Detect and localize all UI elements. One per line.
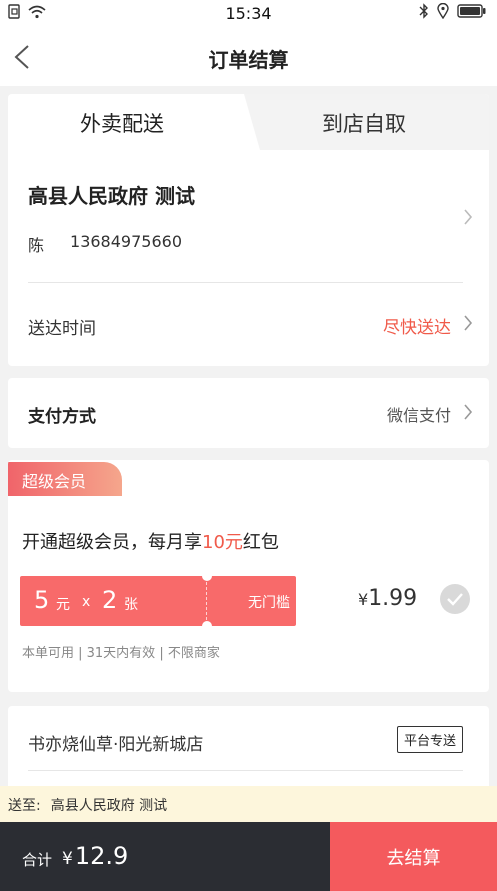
checkout-bar: 合计 ¥12.9 去结算 (0, 822, 497, 891)
payment-value: 微信支付 (386, 406, 451, 425)
coupon-count-unit: 张 (124, 597, 138, 613)
send-to-bar: 送至: 高县人民政府 测试 (0, 786, 497, 822)
status-bar: 15:34 (0, 0, 497, 28)
delivery-time-label: 送达时间 (28, 319, 96, 339)
vip-headline-prefix: 开通超级会员，每月享 (22, 532, 202, 553)
super-vip-card: 超级会员 开通超级会员，每月享10元红包 5 元 x 2 张 无门槛 ¥1.99… (8, 460, 489, 692)
vip-badge: 超级会员 (8, 462, 122, 496)
delivery-type-tag: 平台专送 (396, 726, 463, 753)
vip-note: 本单可用 | 31天内有效 | 不限商家 (22, 646, 220, 661)
total-section: 合计 ¥12.9 (0, 822, 330, 891)
vip-coupon: 5 元 x 2 张 无门槛 (20, 571, 296, 631)
chevron-right-icon (464, 315, 473, 331)
contact-name: 陈 (28, 236, 45, 255)
check-icon (447, 593, 463, 606)
coupon-notch (202, 621, 212, 631)
coupon-multiplier: x (82, 594, 91, 610)
status-right-icons (419, 3, 487, 19)
coupon-divider (206, 582, 207, 620)
send-to-label: 送至: (8, 798, 41, 814)
send-to-value: 高县人民政府 测试 (50, 798, 168, 814)
divider (28, 770, 463, 771)
battery-icon (457, 4, 486, 18)
total-amount: ¥12.9 (62, 842, 128, 870)
coupon-amount: 5 (34, 586, 50, 614)
address-contact: 陈 13684975660 (28, 232, 182, 256)
store-name: 书亦烧仙草·阳光新城店 (28, 735, 204, 755)
nav-bar: 订单结算 (0, 28, 497, 86)
total-label: 合计 (22, 851, 53, 869)
vip-price: ¥1.99 (358, 586, 417, 611)
coupon-count: 2 (102, 586, 118, 614)
tab-delivery-label[interactable]: 外卖配送 (80, 108, 164, 138)
bluetooth-icon (419, 3, 428, 19)
location-icon (437, 3, 449, 19)
vip-headline: 开通超级会员，每月享10元红包 (22, 528, 279, 554)
payment-method-row[interactable]: 支付方式 微信支付 (8, 378, 489, 448)
vip-headline-suffix: 红包 (242, 532, 279, 553)
address-title: 高县人民政府 测试 (28, 184, 195, 208)
delivery-time-row[interactable]: 送达时间 尽快送达 (8, 292, 489, 356)
page-title: 订单结算 (208, 48, 289, 72)
delivery-card: 外卖配送 到店自取 高县人民政府 测试 陈 13684975660 送达时间 尽… (8, 94, 489, 366)
coupon-notch (202, 571, 212, 581)
payment-label: 支付方式 (28, 407, 96, 427)
divider (28, 282, 463, 283)
total-symbol: ¥ (62, 849, 73, 869)
contact-phone: 13684975660 (70, 232, 182, 251)
total-value: 12.9 (74, 842, 129, 870)
vip-select-checkbox[interactable] (440, 584, 470, 614)
vip-price-value: 1.99 (368, 586, 418, 611)
tab-pickup-label[interactable]: 到店自取 (322, 108, 406, 138)
address-row[interactable]: 高县人民政府 测试 陈 13684975660 (8, 150, 489, 282)
vip-price-symbol: ¥ (358, 590, 369, 609)
chevron-right-icon (464, 209, 473, 225)
checkout-button[interactable]: 去结算 (330, 822, 497, 891)
delivery-time-value: 尽快送达 (383, 318, 451, 338)
chevron-right-icon (464, 404, 473, 420)
coupon-tag: 无门槛 (248, 595, 290, 611)
delivery-mode-tabs: 外卖配送 到店自取 (8, 94, 489, 150)
vip-headline-highlight: 10元 (202, 532, 243, 553)
coupon-unit: 元 (56, 597, 70, 613)
